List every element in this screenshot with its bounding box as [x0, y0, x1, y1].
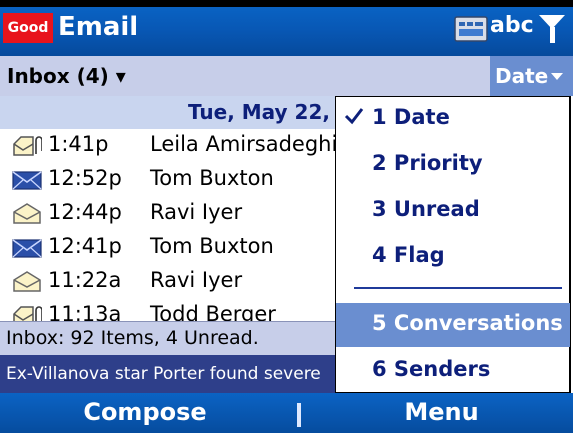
message-sender: Leila Amirsadeghi [150, 132, 336, 156]
news-ticker[interactable]: Ex-Villanova star Porter found severe [0, 355, 336, 393]
read-attachment-icon [13, 306, 42, 321]
title-bar: Good Email abc [0, 0, 573, 56]
input-mode-indicator[interactable]: abc [490, 13, 534, 38]
menu-softkey[interactable]: Menu [310, 398, 573, 426]
unread-envelope-icon [12, 171, 42, 190]
menu-item-label: 1 Date [372, 105, 450, 129]
menu-item-label: 6 Senders [372, 357, 491, 381]
message-time: 11:22a [48, 268, 122, 292]
inbox-status: Inbox: 92 Items, 4 Unread. [6, 327, 259, 349]
date-group-header: Tue, May 22, [0, 96, 336, 129]
menu-item-senders[interactable]: 6 Senders [336, 349, 570, 393]
message-sender: Tom Buxton [150, 234, 274, 258]
read-envelope-icon [13, 271, 41, 292]
message-row[interactable]: 12:41p Tom Buxton [0, 231, 336, 265]
message-row[interactable]: 11:22a Ravi Iyer [0, 265, 336, 299]
message-time: 1:41p [48, 132, 109, 156]
message-time: 12:44p [48, 200, 122, 224]
menu-item-label: 4 Flag [372, 243, 445, 267]
status-bar: Inbox: 92 Items, 4 Unread. [0, 321, 336, 355]
message-time: 11:13a [48, 302, 122, 321]
top-edge [0, 0, 573, 7]
menu-item-conversations[interactable]: 5 Conversations [336, 303, 570, 347]
sort-dropdown-button[interactable]: Date [490, 56, 573, 96]
menu-item-label: 5 Conversations [372, 311, 563, 335]
menu-item-label: 2 Priority [372, 151, 483, 175]
message-time: 12:41p [48, 234, 122, 258]
softkey-divider [297, 403, 301, 427]
softkey-bar: Compose Menu [0, 393, 573, 433]
message-sender: Tom Buxton [150, 166, 274, 190]
app-title: Email [58, 12, 139, 42]
sort-label: Date [495, 64, 549, 88]
signal-strength-icon [539, 15, 565, 43]
compose-softkey[interactable]: Compose [0, 398, 290, 426]
unread-envelope-icon [12, 239, 42, 258]
message-row[interactable]: 1:41p Leila Amirsadeghi [0, 129, 336, 163]
menu-item-priority[interactable]: 2 Priority [336, 143, 570, 187]
date-header-text: Tue, May 22, [187, 100, 330, 124]
message-row[interactable]: 11:13a Todd Berger [0, 299, 336, 321]
menu-item-flag[interactable]: 4 Flag [336, 235, 570, 279]
keyboard-sip-icon[interactable] [454, 16, 488, 42]
good-logo: Good [3, 13, 53, 43]
message-row[interactable]: 12:44p Ravi Iyer [0, 197, 336, 231]
menu-item-unread[interactable]: 3 Unread [336, 189, 570, 233]
menu-item-label: 3 Unread [372, 197, 480, 221]
message-time: 12:52p [48, 166, 122, 190]
read-envelope-icon [13, 203, 41, 224]
message-sender: Ravi Iyer [150, 200, 243, 224]
sort-menu: 1 Date 2 Priority 3 Unread 4 Flag 5 Conv… [335, 96, 571, 393]
read-attachment-icon [13, 136, 42, 156]
message-row[interactable]: 12:52p Tom Buxton [0, 163, 336, 197]
check-icon [344, 108, 364, 125]
folder-bar: Inbox (4) ▾ [0, 56, 573, 96]
folder-selector[interactable]: Inbox (4) ▾ [7, 64, 126, 88]
message-sender: Todd Berger [150, 302, 276, 321]
menu-separator [354, 287, 562, 289]
message-sender: Ravi Iyer [150, 268, 243, 292]
news-headline: Ex-Villanova star Porter found severe [6, 364, 321, 384]
chevron-down-icon [551, 73, 563, 80]
menu-item-date[interactable]: 1 Date [336, 97, 570, 141]
message-list[interactable]: 1:41p Leila Amirsadeghi 12:52p Tom Buxto… [0, 129, 336, 321]
